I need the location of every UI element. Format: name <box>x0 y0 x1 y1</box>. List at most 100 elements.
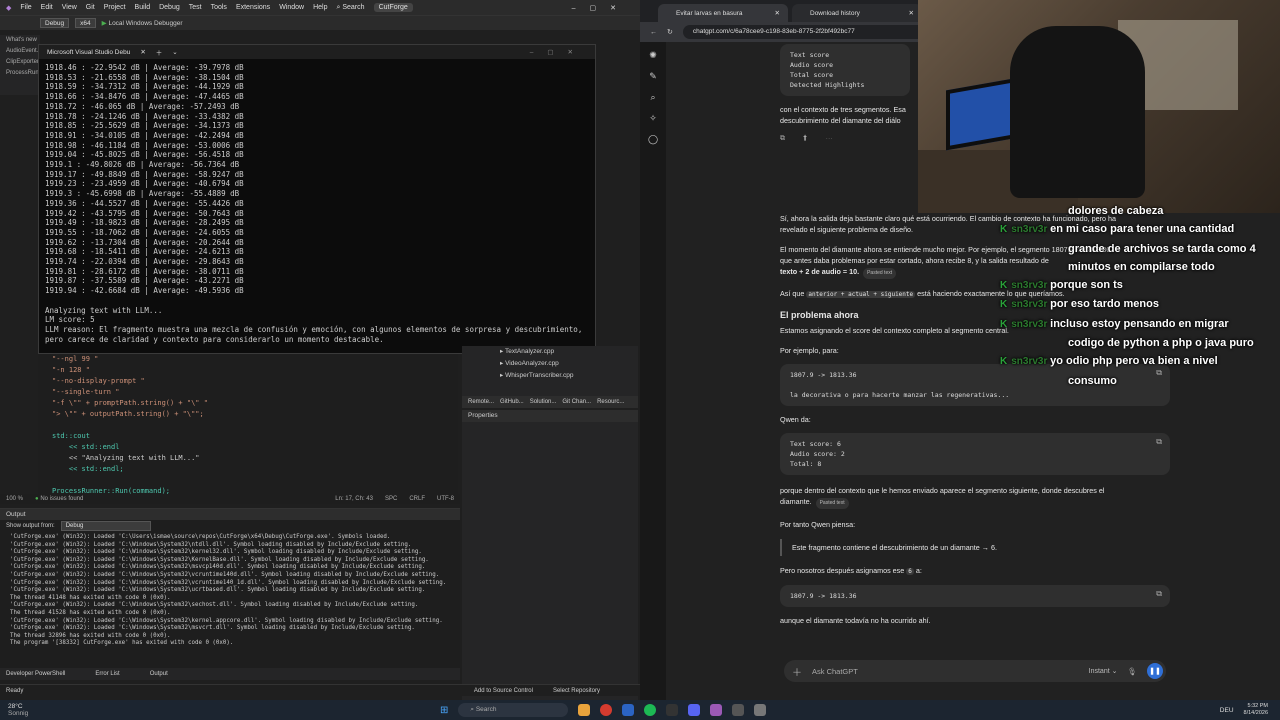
obs-icon[interactable] <box>732 704 745 716</box>
ask-input[interactable]: Ask ChatGPT <box>812 667 858 676</box>
chat-paragraph: Por tanto Qwen piensa: <box>780 520 856 529</box>
output-source-dropdown[interactable]: Debug <box>60 521 151 531</box>
pasted-text-badge[interactable]: Pasted text <box>863 268 897 279</box>
menu-extensions[interactable]: Extensions <box>236 4 270 11</box>
back-icon[interactable]: ← <box>650 29 657 36</box>
vs-toolbar: Debug x64 ▶ Local Windows Debugger <box>0 15 640 30</box>
select-repository-button[interactable]: Select Repository <box>553 688 600 694</box>
browser-tab-active[interactable]: Evitar larvas en basura ✕ <box>658 4 788 22</box>
settings-icon[interactable] <box>754 704 767 716</box>
tab-git-changes[interactable]: Git Chan... <box>562 399 591 405</box>
solution-file[interactable]: ▸ VideoAnalyzer.cpp <box>500 358 638 370</box>
chat-paragraph: porque dentro del contexto que le hemos … <box>780 486 1105 495</box>
microphone-icon[interactable]: 🎙 <box>1127 667 1137 676</box>
console-line: 1919.04 : -45.8025 dB | Average: -56.451… <box>45 150 244 160</box>
circle-icon[interactable]: ◯ <box>648 134 658 145</box>
chat-paragraph: Qwen da: <box>780 415 811 424</box>
properties-panel: Properties <box>462 410 638 700</box>
menu-git[interactable]: Git <box>86 4 95 11</box>
issues-indicator[interactable]: ● No issues found <box>35 496 83 502</box>
pasted-text-badge[interactable]: Pasted text <box>815 498 849 509</box>
console-window-controls[interactable]: –▢✕ <box>530 48 595 56</box>
code-editor[interactable]: "--ngl 99 " "-n 128 " "--no-display-prompt… <box>38 354 458 539</box>
browser-tab[interactable]: Download history ✕ <box>792 4 922 22</box>
add-source-control-button[interactable]: Add to Source Control <box>474 688 533 694</box>
config-dropdown[interactable]: Debug <box>40 18 70 28</box>
search-icon[interactable]: ⌕ <box>650 92 655 103</box>
chat-message: Ksn3rv3r en mi caso para tener una canti… <box>1000 220 1270 239</box>
console-line: 1919.49 : -18.9823 dB | Average: -28.249… <box>45 218 244 228</box>
clock[interactable]: 5:32 PM 8/14/2026 <box>1244 703 1268 717</box>
taskbar-search[interactable]: ⌕ Search <box>458 703 569 717</box>
close-icon[interactable]: ✕ <box>775 9 780 17</box>
tab-error-list[interactable]: Error List <box>95 671 119 677</box>
discord-icon[interactable] <box>688 704 701 716</box>
chevron-down-icon[interactable]: ⌄ <box>172 48 177 56</box>
copy-icon[interactable]: ⧉ <box>1156 437 1162 447</box>
library-icon[interactable]: ✧ <box>649 113 657 124</box>
edge-icon[interactable] <box>622 704 635 716</box>
platform-dropdown[interactable]: x64 <box>75 18 96 28</box>
search-menu[interactable]: ⌕ Search <box>337 4 365 12</box>
url-field[interactable]: chatgpt.com/c/6a78cee9-c198-83eb-8775-2f… <box>682 25 943 39</box>
weather-widget[interactable]: 28°C Sonnig <box>0 703 100 717</box>
file-explorer-icon[interactable] <box>578 704 591 716</box>
doc-item[interactable]: AudioEvent... <box>6 46 42 57</box>
new-tab-icon[interactable]: ＋ <box>156 47 163 57</box>
close-icon[interactable]: ✕ <box>909 9 914 17</box>
menu-view[interactable]: View <box>62 4 77 11</box>
chat-composer[interactable]: ＋ Ask ChatGPT Instant ⌄ 🎙 ❚❚ <box>784 660 1166 682</box>
chat-text: yo odio php pero va bien a nivel <box>1050 355 1218 368</box>
tab-remote[interactable]: Remote... <box>468 399 494 405</box>
tab-github[interactable]: GitHub... <box>500 399 524 405</box>
doc-item[interactable]: ClipExporter <box>6 57 40 68</box>
badge-icon: K <box>1000 224 1008 236</box>
menu-help[interactable]: Help <box>313 4 327 11</box>
menu-tools[interactable]: Tools <box>211 4 227 11</box>
reload-icon[interactable]: ↻ <box>667 28 673 36</box>
menu-edit[interactable]: Edit <box>41 4 53 11</box>
chrome-icon[interactable] <box>600 704 613 716</box>
doc-item[interactable]: ProcessRunn... <box>6 68 47 79</box>
menu-project[interactable]: Project <box>104 4 126 11</box>
visual-studio-icon[interactable] <box>710 704 723 716</box>
chat-text: incluso estoy pensando en migrar <box>1050 317 1229 330</box>
tab-developer-powershell[interactable]: Developer PowerShell <box>6 671 65 677</box>
menu-debug[interactable]: Debug <box>159 4 180 11</box>
console-line: 1919.74 : -22.0394 dB | Average: -29.864… <box>45 257 244 267</box>
tab-solution[interactable]: Solution... <box>530 399 557 405</box>
windows-start-icon[interactable]: ⊞ <box>440 705 448 716</box>
file-encoding[interactable]: UTF-8 <box>437 496 460 502</box>
badge-icon: K <box>1000 280 1008 292</box>
tab-output[interactable]: Output <box>150 671 168 677</box>
mode-dropdown[interactable]: Instant ⌄ <box>1089 667 1118 675</box>
code-line: "--single-turn " <box>52 388 120 396</box>
zoom-level[interactable]: 100 % <box>6 496 23 502</box>
language-indicator[interactable]: DEU <box>1220 707 1234 714</box>
new-chat-icon[interactable]: ✎ <box>649 71 657 82</box>
window-controls[interactable]: –▢✕ <box>572 4 640 12</box>
menu-test[interactable]: Test <box>189 4 202 11</box>
doc-item[interactable]: What's new <box>6 35 40 46</box>
close-icon[interactable]: ✕ <box>140 48 145 56</box>
voice-mode-button[interactable]: ❚❚ <box>1147 663 1163 679</box>
code-line: "--no-display-prompt " <box>52 377 145 385</box>
line-ending[interactable]: CRLF <box>409 496 425 502</box>
copy-icon[interactable]: ⧉ <box>1156 589 1162 599</box>
menu-build[interactable]: Build <box>135 4 151 11</box>
indent-mode[interactable]: SPC <box>385 496 397 502</box>
solution-file[interactable]: ▸ TextAnalyzer.cpp <box>500 346 638 358</box>
console-line: 1919.42 : -43.5795 dB | Average: -50.764… <box>45 208 244 218</box>
cursor-position[interactable]: Ln: 17, Ch: 43 <box>335 496 373 502</box>
solution-file[interactable]: ▸ WhisperTranscriber.cpp <box>500 370 638 382</box>
openai-logo-icon[interactable]: ✺ <box>649 50 657 61</box>
terminal-icon[interactable] <box>666 704 679 716</box>
blockquote: Este fragmento contiene el descubrimient… <box>780 539 1170 556</box>
spotify-icon[interactable] <box>644 704 657 716</box>
plus-icon[interactable]: ＋ <box>792 664 802 679</box>
debug-console-window[interactable]: Microsoft Visual Studio Debu ✕ ＋ ⌄ –▢✕ 1… <box>38 44 596 354</box>
run-debugger-button[interactable]: ▶ Local Windows Debugger <box>102 19 183 27</box>
tab-resources[interactable]: Resourc... <box>597 399 624 405</box>
menu-file[interactable]: File <box>20 4 31 11</box>
menu-window[interactable]: Window <box>279 4 304 11</box>
